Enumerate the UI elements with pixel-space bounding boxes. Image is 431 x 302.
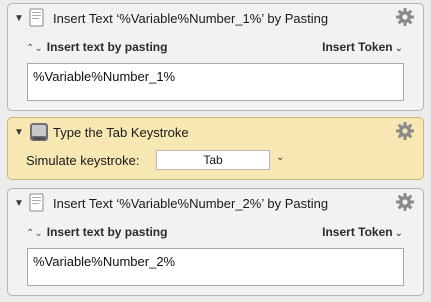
insert-token-button[interactable]: Insert Token ⌄ bbox=[322, 40, 403, 54]
keystroke-field[interactable]: Tab bbox=[156, 150, 270, 170]
gear-icon[interactable] bbox=[395, 121, 415, 141]
insert-mode-label: Insert text by pasting bbox=[46, 225, 168, 239]
gear-icon[interactable] bbox=[395, 7, 415, 27]
action-title: Insert Text ‘%Variable%Number_1%’ by Pas… bbox=[53, 11, 329, 26]
up-down-chevron-icon: ⌃⌄ bbox=[26, 43, 43, 54]
document-icon bbox=[29, 8, 44, 27]
chevron-down-icon: ⌄ bbox=[394, 228, 403, 239]
disclosure-triangle-icon[interactable]: ▼ bbox=[14, 13, 24, 24]
chevron-down-icon: ⌄ bbox=[394, 43, 403, 54]
insert-token-button[interactable]: Insert Token ⌄ bbox=[322, 225, 403, 239]
insert-mode-label: Insert text by pasting bbox=[46, 40, 168, 54]
gear-icon[interactable] bbox=[395, 192, 415, 212]
text-field[interactable]: %Variable%Number_2% bbox=[27, 248, 404, 286]
text-field[interactable]: %Variable%Number_1% bbox=[27, 63, 404, 101]
chevron-down-icon[interactable]: ⌄ bbox=[276, 152, 284, 163]
insert-mode-select[interactable]: ⌃⌄ Insert text by pasting bbox=[26, 225, 167, 239]
up-down-chevron-icon: ⌃⌄ bbox=[26, 228, 43, 239]
insert-text-action-1: ▼ Insert Text ‘%Variable%Number_1%’ by P… bbox=[7, 3, 424, 111]
disclosure-triangle-icon[interactable]: ▼ bbox=[14, 127, 24, 138]
type-keystroke-action: ▼ Type the Tab Keystroke Simulate keystr… bbox=[7, 117, 424, 180]
action-title: Insert Text ‘%Variable%Number_2%’ by Pas… bbox=[53, 196, 329, 211]
insert-token-label: Insert Token bbox=[322, 40, 393, 54]
action-title: Type the Tab Keystroke bbox=[53, 125, 189, 140]
document-icon bbox=[29, 193, 44, 212]
insert-mode-select[interactable]: ⌃⌄ Insert text by pasting bbox=[26, 40, 167, 54]
insert-text-action-2: ▼ Insert Text ‘%Variable%Number_2%’ by P… bbox=[7, 188, 424, 296]
keyboard-app-icon bbox=[30, 123, 48, 141]
insert-token-label: Insert Token bbox=[322, 225, 393, 239]
simulate-keystroke-label: Simulate keystroke: bbox=[26, 153, 140, 168]
disclosure-triangle-icon[interactable]: ▼ bbox=[14, 198, 24, 209]
